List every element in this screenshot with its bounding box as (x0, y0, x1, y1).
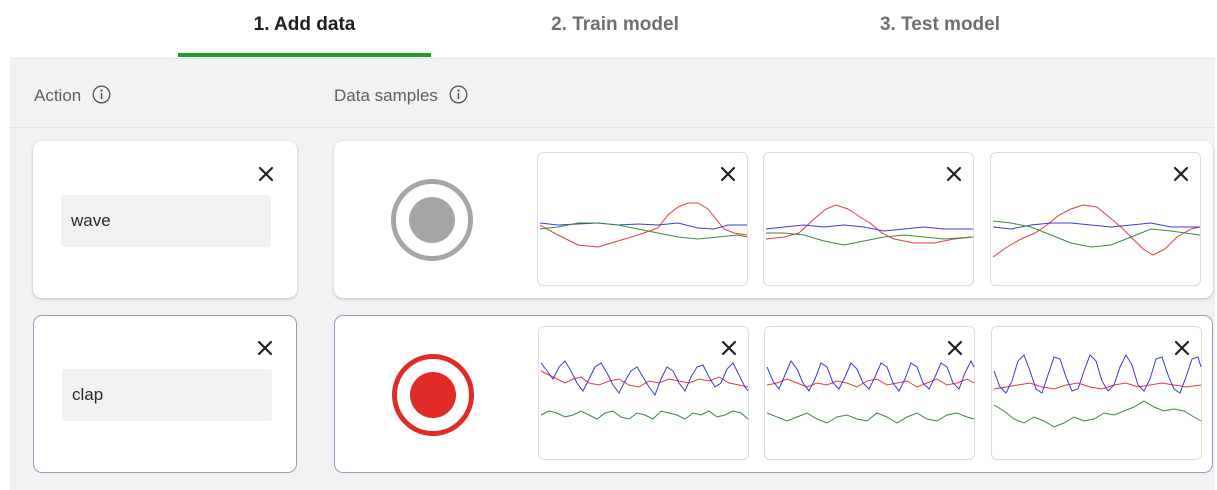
data-samples-header-label: Data samples (334, 86, 438, 105)
sample-waveform (765, 204, 974, 246)
samples-card-wave (334, 141, 1213, 298)
sample-thumbnail[interactable] (991, 326, 1202, 460)
action-header-label: Action (34, 86, 82, 105)
sample-thumbnail[interactable] (764, 326, 975, 460)
tab-train-model[interactable]: 2. Train model (490, 10, 740, 40)
close-icon[interactable] (1173, 339, 1191, 357)
close-icon[interactable] (256, 339, 274, 357)
action-card-wave: wave (33, 141, 297, 298)
sample-waveform (993, 353, 1202, 428)
sample-thumbnail[interactable] (537, 152, 748, 286)
sample-waveform (540, 360, 749, 420)
info-icon[interactable] (92, 85, 111, 111)
step-tabs: 1. Add data 2. Train model 3. Test model (0, 0, 1217, 58)
action-name-input[interactable]: wave (61, 195, 271, 247)
tab-add-data[interactable]: 1. Add data (178, 10, 431, 40)
active-tab-indicator (178, 53, 431, 57)
close-icon[interactable] (945, 165, 963, 183)
close-icon[interactable] (1172, 165, 1190, 183)
close-icon[interactable] (719, 165, 737, 183)
info-icon[interactable] (449, 85, 468, 111)
sample-waveform (539, 202, 748, 248)
sample-waveform (992, 204, 1201, 258)
data-samples-header: Data samples (334, 84, 468, 108)
sample-waveform (766, 359, 975, 424)
close-icon[interactable] (720, 339, 738, 357)
samples-card-clap (334, 315, 1213, 473)
record-icon[interactable] (390, 178, 474, 267)
sample-thumbnail[interactable] (763, 152, 974, 286)
action-header: Action (34, 84, 111, 108)
record-icon[interactable] (391, 353, 475, 442)
tab-test-model[interactable]: 3. Test model (815, 10, 1065, 40)
header-divider (10, 127, 1215, 128)
sample-thumbnail[interactable] (990, 152, 1201, 286)
sample-thumbnail[interactable] (538, 326, 749, 460)
close-icon[interactable] (946, 339, 964, 357)
action-name-input[interactable]: clap (62, 369, 272, 421)
action-card-clap: clap (33, 315, 297, 473)
close-icon[interactable] (257, 165, 275, 183)
